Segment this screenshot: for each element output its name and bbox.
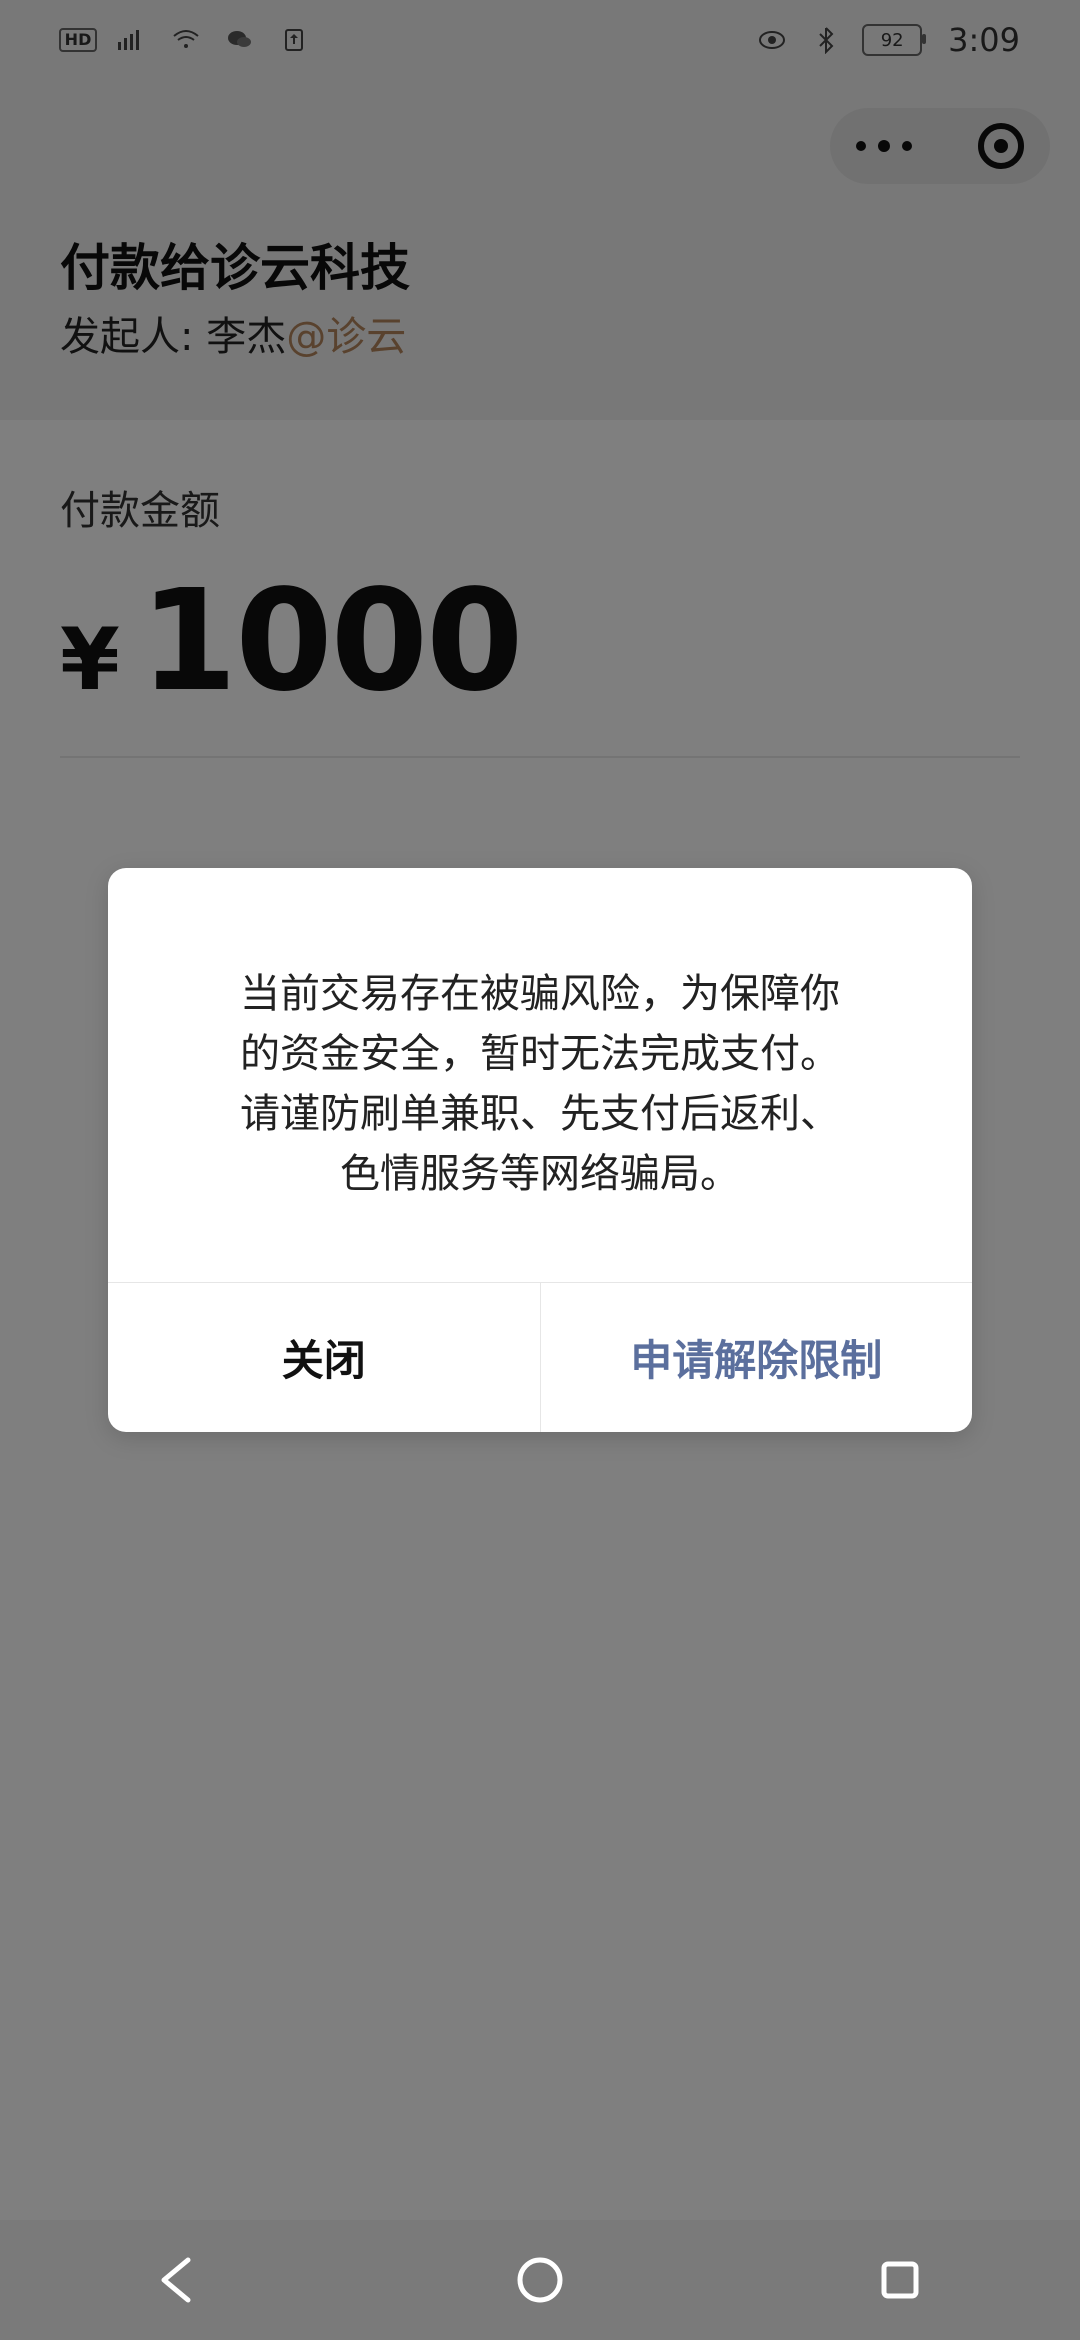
- screen: HD: [0, 0, 1080, 2340]
- back-icon: [161, 2257, 191, 2303]
- request-unlock-button[interactable]: 申请解除限制: [541, 1282, 973, 1432]
- home-icon: [517, 2257, 563, 2303]
- dialog-actions: 关闭 申请解除限制: [108, 1282, 972, 1432]
- home-nav-button[interactable]: [480, 2220, 600, 2340]
- close-button[interactable]: 关闭: [108, 1282, 540, 1432]
- recents-icon: [881, 2261, 919, 2299]
- risk-dialog: 当前交易存在被骗风险，为保障你 的资金安全，暂时无法完成支付。 请谨防刷单兼职、…: [108, 868, 972, 1432]
- navigation-bar: [0, 2220, 1080, 2340]
- recents-nav-button[interactable]: [840, 2220, 960, 2340]
- dialog-message: 当前交易存在被骗风险，为保障你 的资金安全，暂时无法完成支付。 请谨防刷单兼职、…: [240, 971, 840, 1197]
- back-nav-button[interactable]: [120, 2220, 240, 2340]
